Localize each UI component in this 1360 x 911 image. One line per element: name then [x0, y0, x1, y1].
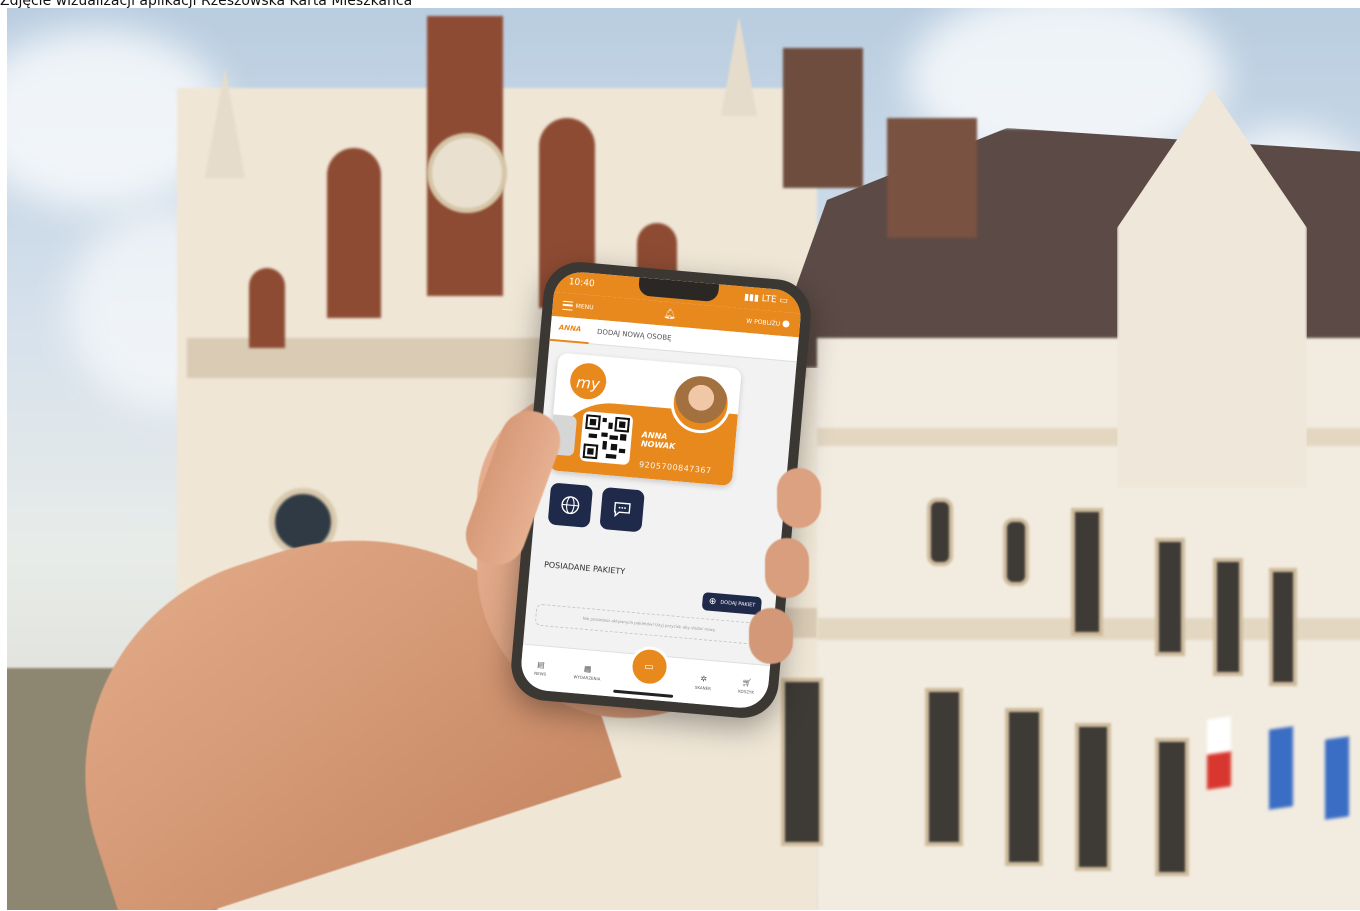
- menu-button[interactable]: MENU: [562, 300, 594, 312]
- plus-icon: ⊕: [708, 596, 717, 608]
- photo: 10:40 ▮▮▮ LTE ▭ MENU 🔔︎ W POBLIŻU ● ANNA…: [7, 8, 1360, 910]
- web-button[interactable]: [547, 482, 594, 528]
- status-network: ▮▮▮ LTE ▭: [743, 292, 789, 307]
- nav-scanner[interactable]: ✲ SKANER: [695, 674, 712, 691]
- nearby-button[interactable]: W POBLIŻU ●: [746, 316, 790, 330]
- nav-events[interactable]: ▦ WYDARZENIA: [573, 663, 601, 681]
- quick-actions: [547, 482, 645, 533]
- status-time: 10:40: [568, 277, 596, 290]
- bottom-nav: ▤ NEWS ▦ WYDARZENIA ▭ ✲ SKANER 🛒︎ KOSZYK: [519, 643, 771, 711]
- finger: [777, 468, 821, 528]
- finger: [749, 608, 793, 664]
- resident-card[interactable]: my ANNA NOWAK 9205700847367: [548, 352, 742, 487]
- scanner-icon: ✲: [699, 674, 708, 684]
- chat-icon: [613, 501, 631, 518]
- flag: [1207, 716, 1231, 790]
- packages-title: POSIADANE PAKIETY: [543, 560, 626, 577]
- app-logo: my: [568, 361, 608, 401]
- nav-news[interactable]: ▤ NEWS: [534, 660, 547, 677]
- globe-icon: [561, 496, 580, 515]
- cart-icon: 🛒︎: [741, 677, 753, 688]
- card-icon: ▭: [643, 660, 655, 673]
- card-holder-name: ANNA NOWAK: [640, 430, 676, 452]
- finger: [765, 538, 809, 598]
- add-package-button[interactable]: ⊕ DODAJ PAKIET: [702, 592, 763, 616]
- nav-card[interactable]: ▭: [627, 644, 671, 689]
- location-pin-icon: ●: [781, 318, 791, 330]
- calendar-icon: ▦: [583, 663, 592, 674]
- news-icon: ▤: [536, 659, 546, 670]
- nav-cart[interactable]: 🛒︎ KOSZYK: [738, 678, 755, 695]
- qr-code: [579, 410, 634, 466]
- tab-anna[interactable]: ANNA: [549, 314, 591, 345]
- bell-icon[interactable]: 🔔︎: [663, 308, 677, 320]
- clock-icon: [427, 133, 507, 213]
- qr-code-icon: [582, 414, 631, 462]
- hamburger-icon: [562, 300, 574, 311]
- chat-button[interactable]: [599, 486, 645, 533]
